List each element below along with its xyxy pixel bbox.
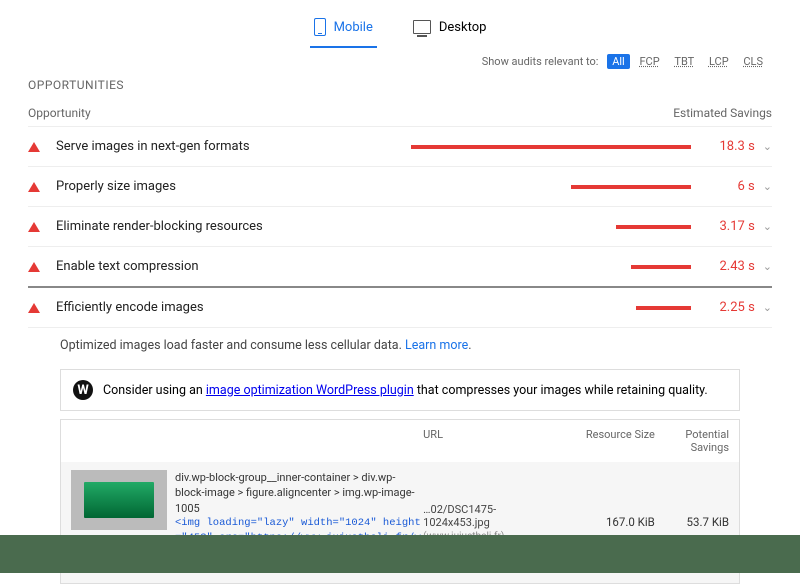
- chevron-down-icon: ⌄: [763, 220, 772, 233]
- opportunity-row[interactable]: Efficiently encode images 2.25 s ⌄: [28, 288, 772, 328]
- savings-value: 6 s: [705, 179, 755, 194]
- warning-icon: [28, 222, 40, 232]
- savings-bar: [571, 185, 691, 189]
- element-selector: div.wp-block-group__inner-container > di…: [175, 470, 423, 516]
- col-size: Resource Size: [562, 428, 655, 454]
- chip-tbt[interactable]: TBT: [669, 54, 699, 69]
- warning-icon: [28, 303, 40, 313]
- chip-cls[interactable]: CLS: [738, 54, 768, 69]
- resource-path: …02/DSC1475-1024x453.jpg: [423, 503, 496, 529]
- wp-plugin-link[interactable]: image optimization WordPress plugin: [206, 383, 414, 398]
- wordpress-suggestion: W Consider using an image optimization W…: [60, 369, 740, 411]
- chevron-down-icon: ⌄: [763, 140, 772, 153]
- warning-icon: [28, 142, 40, 152]
- opportunity-label: Properly size images: [56, 179, 411, 194]
- header-savings: Estimated Savings: [673, 106, 772, 120]
- opportunity-label: Enable text compression: [56, 259, 411, 274]
- tab-desktop[interactable]: Desktop: [409, 12, 491, 48]
- tab-desktop-label: Desktop: [439, 20, 487, 35]
- chevron-down-icon: ⌄: [763, 180, 772, 193]
- image-thumbnail: [71, 470, 167, 530]
- chip-lcp[interactable]: LCP: [704, 54, 734, 69]
- section-title: OPPORTUNITIES: [28, 70, 772, 100]
- opportunity-row[interactable]: Serve images in next-gen formats 18.3 s …: [28, 127, 772, 167]
- desktop-icon: [413, 20, 431, 34]
- savings-bar: [616, 225, 691, 229]
- chevron-down-icon: ⌄: [763, 260, 772, 273]
- wp-pre: Consider using an: [103, 383, 206, 398]
- col-url: URL: [423, 428, 562, 454]
- opportunity-label: Serve images in next-gen formats: [56, 139, 411, 154]
- wp-post: that compresses your images while retain…: [414, 383, 708, 398]
- opportunity-row[interactable]: Properly size images 6 s ⌄: [28, 167, 772, 207]
- device-tabs: Mobile Desktop: [0, 0, 800, 49]
- resource-size: 167.0 KiB: [562, 515, 655, 529]
- opportunity-row[interactable]: Enable text compression 2.43 s ⌄: [28, 247, 772, 288]
- table-header: Opportunity Estimated Savings: [28, 100, 772, 127]
- savings-value: 3.17 s: [705, 219, 755, 234]
- learn-more-link[interactable]: Learn more: [405, 338, 468, 353]
- opportunity-row[interactable]: Eliminate render-blocking resources 3.17…: [28, 207, 772, 247]
- wordpress-icon: W: [73, 380, 93, 400]
- warning-icon: [28, 182, 40, 192]
- footer-bar: [0, 535, 800, 573]
- chip-fcp[interactable]: FCP: [634, 54, 664, 69]
- relevance-label: Show audits relevant to:: [482, 55, 599, 68]
- potential-savings: 53.7 KiB: [655, 515, 729, 529]
- savings-value: 2.25 s: [705, 300, 755, 315]
- warning-icon: [28, 262, 40, 272]
- detail-text: Optimized images load faster and consume…: [60, 338, 405, 353]
- col-save: Potential Savings: [655, 428, 729, 454]
- opportunity-detail: Optimized images load faster and consume…: [28, 328, 772, 363]
- opportunity-label: Eliminate render-blocking resources: [56, 219, 411, 234]
- chevron-down-icon: ⌄: [763, 301, 772, 314]
- savings-bar: [411, 145, 691, 149]
- savings-value: 18.3 s: [705, 139, 755, 154]
- chip-all[interactable]: All: [607, 54, 630, 69]
- header-opportunity: Opportunity: [28, 106, 91, 120]
- mobile-icon: [314, 18, 326, 36]
- opportunity-label: Efficiently encode images: [56, 300, 411, 315]
- relevance-filter: Show audits relevant to: All FCP TBT LCP…: [28, 49, 772, 70]
- savings-bar: [636, 306, 691, 310]
- savings-bar: [631, 265, 691, 269]
- savings-value: 2.43 s: [705, 259, 755, 274]
- tab-mobile-label: Mobile: [334, 20, 373, 35]
- resource-table-header: URL Resource Size Potential Savings: [61, 420, 739, 462]
- tab-mobile[interactable]: Mobile: [310, 12, 377, 48]
